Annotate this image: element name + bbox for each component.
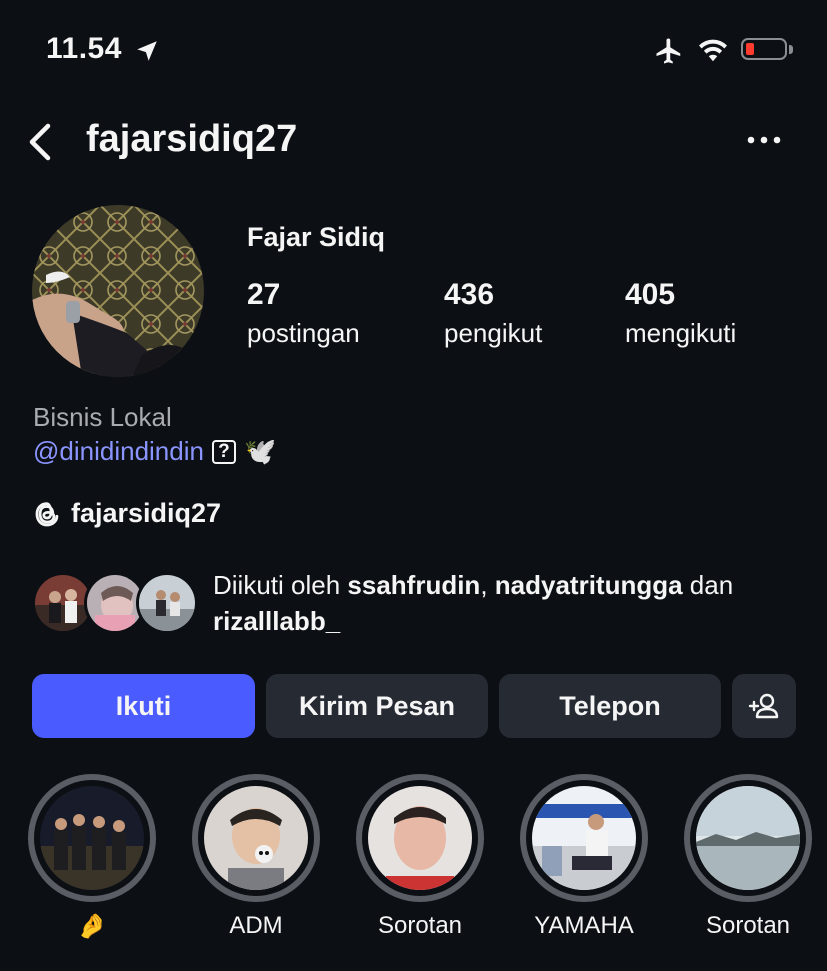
stat-following-count: 405 — [625, 278, 676, 311]
call-button[interactable]: Telepon — [499, 674, 721, 738]
stat-posts-label: postingan — [247, 318, 360, 348]
display-name: Fajar Sidiq — [247, 222, 386, 252]
stat-followers-label: pengikut — [444, 318, 543, 348]
highlight-label: YAMAHA — [534, 912, 634, 939]
status-time: 11.54 — [46, 32, 122, 65]
highlight-ring — [192, 774, 320, 902]
highlight-ring — [520, 774, 648, 902]
highlight-ring — [684, 774, 812, 902]
highlight-item[interactable]: ADM — [192, 774, 320, 940]
followed-by-prefix: Diikuti oleh — [213, 570, 348, 600]
message-button[interactable]: Kirim Pesan — [266, 674, 488, 738]
highlight-item[interactable]: YAMAHA — [520, 774, 648, 940]
follower-name-1: ssahfrudin — [347, 570, 481, 600]
stat-following[interactable]: 405 mengikuti — [625, 278, 736, 349]
highlight-item[interactable]: Sorotan — [356, 774, 484, 940]
profile-category: Bisnis Lokal — [33, 402, 172, 432]
highlight-label: 🤌 — [77, 913, 107, 940]
back-icon[interactable] — [24, 120, 58, 164]
airplane-mode-icon — [656, 38, 681, 64]
bio-mention-row: @dinidindindin ? 🕊️ — [33, 436, 276, 467]
highlight-ring — [356, 774, 484, 902]
profile-avatar[interactable] — [32, 205, 204, 377]
stat-posts[interactable]: 27 postingan — [247, 278, 360, 349]
suggest-people-button[interactable] — [732, 674, 796, 738]
wifi-icon — [699, 39, 727, 62]
highlight-label: ADM — [229, 912, 283, 939]
profile-username: fajarsidiq27 — [86, 118, 298, 160]
followed-by-conjunction: dan — [682, 570, 734, 600]
battery-tip — [789, 45, 793, 54]
follow-button[interactable]: Ikuti — [32, 674, 255, 738]
follower-name-3: rizalllabb_ — [213, 606, 341, 636]
stat-following-label: mengikuti — [625, 318, 737, 348]
more-options-icon[interactable] — [746, 134, 782, 146]
follower-name-2: nadyatritungga — [494, 570, 683, 600]
add-person-icon — [748, 693, 779, 719]
stat-posts-count: 27 — [247, 278, 281, 311]
followed-by-text[interactable]: Diikuti oleh ssahfrudin, nadyatritungga … — [213, 567, 803, 639]
stat-followers-count: 436 — [444, 278, 495, 311]
battery-icon — [741, 38, 787, 60]
followed-by-separator: , — [480, 570, 495, 600]
unknown-glyph-icon: ? — [211, 439, 236, 464]
highlight-label: Sorotan — [377, 912, 463, 939]
highlight-ring — [28, 774, 156, 902]
dove-emoji: 🕊️ — [243, 436, 277, 466]
highlight-label: Sorotan — [705, 912, 791, 939]
stat-followers[interactable]: 436 pengikut — [444, 278, 542, 349]
threads-icon — [35, 501, 59, 526]
follower-avatar-3[interactable] — [136, 572, 198, 634]
location-arrow-icon — [137, 41, 157, 61]
bio-mention-link[interactable]: @dinidindindin — [33, 436, 204, 467]
highlight-item[interactable]: 🤌 — [28, 774, 156, 941]
threads-handle: fajarsidiq27 — [71, 498, 222, 528]
highlight-item[interactable]: Sorotan — [684, 774, 812, 940]
threads-link[interactable]: fajarsidiq27 — [33, 498, 221, 529]
